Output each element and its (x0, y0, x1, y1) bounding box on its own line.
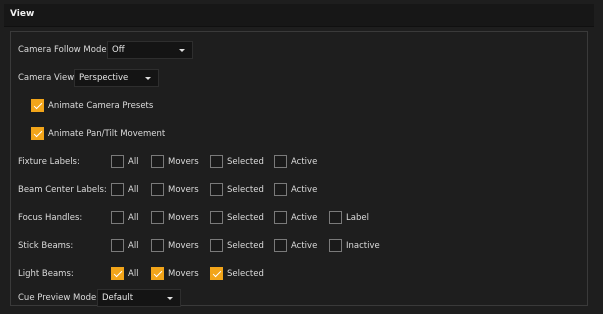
focus-handles-all-checkbox[interactable] (111, 211, 124, 224)
light-beams-movers-label: Movers (168, 269, 199, 279)
cue-preview-mode-select[interactable]: Default (97, 289, 181, 307)
panel-body: Camera Follow Mode Off Camera View Persp… (10, 31, 588, 307)
light-beams-selected-checkbox[interactable] (210, 267, 223, 280)
fixture-labels-movers-checkbox[interactable] (151, 155, 164, 168)
light-beams-all-label: All (128, 269, 139, 279)
focus-handles-all-label: All (128, 213, 139, 223)
fixture-labels-active-label: Active (291, 157, 318, 167)
stick-beams-label: Stick Beams: (18, 241, 74, 251)
fixture-labels-label: Fixture Labels: (18, 157, 80, 167)
fixture-labels-all-label: All (128, 157, 139, 167)
camera-follow-mode-select[interactable]: Off (107, 41, 193, 59)
focus-handles-selected-label: Selected (227, 213, 264, 223)
light-beams-movers-checkbox[interactable] (151, 267, 164, 280)
fixture-labels-active-checkbox[interactable] (274, 155, 287, 168)
camera-view-value: Perspective (79, 73, 129, 83)
chevron-down-icon (145, 77, 151, 80)
stick-beams-all-label: All (128, 241, 139, 251)
fixture-labels-selected-label: Selected (227, 157, 264, 167)
panel-header: View (4, 4, 594, 27)
light-beams-selected-label: Selected (227, 269, 264, 279)
stick-beams-selected-label: Selected (227, 241, 264, 251)
animate-pan-tilt-checkbox[interactable] (31, 127, 44, 140)
stick-beams-inactive-checkbox[interactable] (329, 239, 342, 252)
stick-beams-movers-label: Movers (168, 241, 199, 251)
light-beams-label: Light Beams: (18, 269, 74, 279)
animate-pan-tilt-label: Animate Pan/Tilt Movement (48, 129, 166, 139)
beam-center-labels-active-label: Active (291, 185, 318, 195)
stick-beams-active-checkbox[interactable] (274, 239, 287, 252)
panel-title: View (10, 9, 35, 19)
beam-center-labels-all-label: All (128, 185, 139, 195)
beam-center-labels-selected-label: Selected (227, 185, 264, 195)
fixture-labels-movers-label: Movers (168, 157, 199, 167)
view-panel: View Camera Follow Mode Off Camera View … (4, 4, 594, 310)
beam-center-labels-all-checkbox[interactable] (111, 183, 124, 196)
focus-handles-label-checkbox[interactable] (329, 211, 342, 224)
beam-center-labels-selected-checkbox[interactable] (210, 183, 223, 196)
focus-handles-active-checkbox[interactable] (274, 211, 287, 224)
camera-follow-mode-label: Camera Follow Mode (18, 45, 107, 55)
animate-camera-presets-label: Animate Camera Presets (48, 101, 154, 111)
chevron-down-icon (167, 297, 173, 300)
beam-center-labels-movers-checkbox[interactable] (151, 183, 164, 196)
beam-center-labels-active-checkbox[interactable] (274, 183, 287, 196)
focus-handles-selected-checkbox[interactable] (210, 211, 223, 224)
stick-beams-all-checkbox[interactable] (111, 239, 124, 252)
cue-preview-mode-label: Cue Preview Mode (18, 293, 97, 303)
camera-view-select[interactable]: Perspective (74, 69, 159, 87)
beam-center-labels-label: Beam Center Labels: (18, 185, 107, 195)
camera-view-label: Camera View (18, 73, 75, 83)
animate-camera-presets-checkbox[interactable] (31, 99, 44, 112)
focus-handles-movers-label: Movers (168, 213, 199, 223)
focus-handles-movers-checkbox[interactable] (151, 211, 164, 224)
focus-handles-label-label: Label (346, 213, 369, 223)
fixture-labels-selected-checkbox[interactable] (210, 155, 223, 168)
fixture-labels-all-checkbox[interactable] (111, 155, 124, 168)
light-beams-all-checkbox[interactable] (111, 267, 124, 280)
stick-beams-inactive-label: Inactive (346, 241, 380, 251)
beam-center-labels-movers-label: Movers (168, 185, 199, 195)
focus-handles-active-label: Active (291, 213, 318, 223)
chevron-down-icon (179, 49, 185, 52)
cue-preview-mode-value: Default (102, 293, 134, 303)
stick-beams-movers-checkbox[interactable] (151, 239, 164, 252)
stick-beams-active-label: Active (291, 241, 318, 251)
focus-handles-label: Focus Handles: (18, 213, 83, 223)
stick-beams-selected-checkbox[interactable] (210, 239, 223, 252)
camera-follow-mode-value: Off (112, 45, 125, 55)
